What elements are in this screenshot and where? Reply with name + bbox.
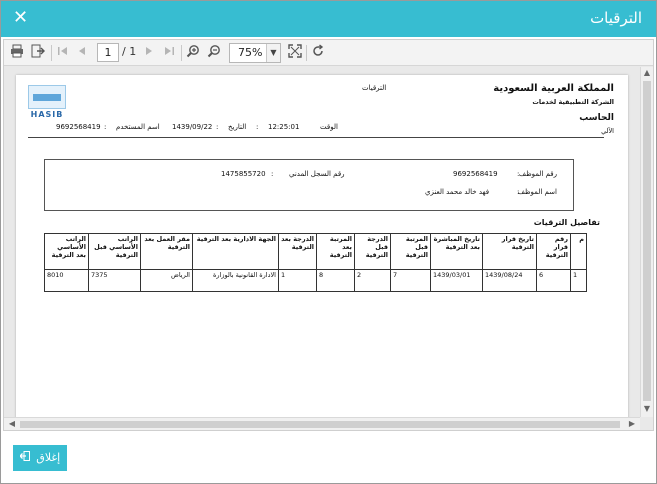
print-icon[interactable] [10,44,24,62]
last-page-icon[interactable] [163,44,175,62]
dialog-title: الترقيات [590,9,642,27]
toolbar-separator [181,45,182,61]
table-header: الدرجة قبل الترقية [354,233,391,270]
emp-name-label: اسم الموظف [517,188,557,196]
exit-icon [18,445,30,471]
emp-no-colon: : [517,170,520,178]
date-label: التاريخ [228,123,247,131]
table-header: المرتبة بعد الترقية [316,233,355,270]
table-header-row: م رقم قرار الترقية تاريخ قرار الترقية تا… [44,233,587,270]
civil-no-label: رقم السجل المدني [289,170,345,178]
logo-text: HASIB [30,110,64,119]
table-cell: 1439/08/24 [482,269,537,292]
page-number-input[interactable]: 1 [97,43,119,62]
org-line-3: الآلي [601,127,614,135]
previous-page-icon[interactable] [77,44,87,62]
table-row: 1 6 1439/08/24 1439/03/01 7 2 8 1 الادار… [44,269,587,292]
user-value: 9692568419 [56,123,101,131]
table-cell: 2 [354,269,391,292]
toolbar-separator [306,45,307,61]
logo-graphic [28,85,66,109]
table-header: مقر العمل بعد الترقية [140,233,193,270]
user-colon: : [104,123,107,131]
date-value: 1439/09/22 [172,123,213,131]
page-total: / 1 [122,45,137,58]
table-header: الجهة الادارية بعد الترقية [192,233,279,270]
viewer-toolbar: 1 / 1 75% ▼ [4,40,653,66]
fit-page-icon[interactable] [288,44,302,62]
close-icon[interactable]: ✕ [13,7,28,29]
report-title: الترقيات [362,84,387,92]
scroll-left-icon[interactable]: ◀ [6,418,18,430]
toolbar-separator [51,45,52,61]
table-cell: الرياض [140,269,193,292]
zoom-select[interactable]: 75% ▼ [229,43,281,63]
promotions-table: م رقم قرار الترقية تاريخ قرار الترقية تا… [44,233,587,292]
header-divider [28,137,604,138]
next-page-icon[interactable] [144,44,154,62]
refresh-icon[interactable] [311,44,325,62]
table-header: الراتب الأساسي قبل الترقية [88,233,141,270]
table-cell: 8010 [44,269,89,292]
time-colon: : [256,123,259,131]
org-name-2: الحاسب [579,113,614,123]
table-header: رقم قرار الترقية [536,233,571,270]
civil-no-colon: : [271,170,274,178]
table-cell: 1439/03/01 [430,269,483,292]
table-cell: 7 [390,269,431,292]
civil-no-value: 1475855720 [221,170,266,178]
emp-no-value: 9692568419 [453,170,498,178]
section-title: تفاصيل الترقيات [533,218,600,227]
first-page-icon[interactable] [57,44,69,62]
table-cell: 1 [570,269,587,292]
table-header: تاريخ قرار الترقية [482,233,537,270]
chevron-down-icon[interactable]: ▼ [266,44,280,62]
dialog-footer: إغلاق [1,432,656,483]
table-header: م [570,233,587,270]
horizontal-scrollbar[interactable]: ◀ ▶ [4,417,640,430]
table-cell: 1 [278,269,317,292]
vertical-scrollbar[interactable]: ▲ ▼ [640,67,653,417]
employee-info-box: رقم الموظف : 9692568419 رقم السجل المدني… [44,159,574,211]
table-cell: 7375 [88,269,141,292]
org-subtitle: الشركة التطبيقية لخدمات [532,98,614,106]
close-button[interactable]: إغلاق [13,445,67,471]
scroll-right-icon[interactable]: ▶ [626,418,638,430]
table-header: تاريخ المباشرة بعد الترقية [430,233,483,270]
report-page: HASIB الترقيات المملكة العربية السعودية … [16,75,628,417]
zoom-out-icon[interactable] [207,44,221,62]
report-viewer: 1 / 1 75% ▼ HASIB الترقيات المملكة العرب… [3,39,654,431]
company-logo: HASIB [28,85,66,119]
vertical-scroll-thumb[interactable] [643,81,651,401]
horizontal-scroll-thumb[interactable] [20,421,620,428]
scroll-up-icon[interactable]: ▲ [641,67,653,79]
time-value: 12:25:01 [268,123,300,131]
user-label: اسم المستخدم [116,123,160,131]
emp-name-colon: : [517,188,520,196]
org-name: المملكة العربية السعودية [493,83,614,94]
table-cell: 6 [536,269,571,292]
export-icon[interactable] [31,44,45,62]
table-header: الدرجة بعد الترقية [278,233,317,270]
table-cell: الادارة القانونية بالوزارة [192,269,279,292]
table-header: الراتب الأساسي بعد الترقية [44,233,89,270]
emp-name-value: فهد خالد محمد العنزي [425,188,490,196]
date-colon: : [216,123,219,131]
document-area: HASIB الترقيات المملكة العربية السعودية … [4,67,640,417]
table-cell: 8 [316,269,355,292]
dialog-titlebar: الترقيات ✕ [1,1,656,37]
close-button-label: إغلاق [36,451,61,464]
table-header: المرتبة قبل الترقية [390,233,431,270]
time-label: الوقت [320,123,338,131]
zoom-value: 75% [238,46,263,59]
promotions-dialog: الترقيات ✕ 1 / 1 75% ▼ HASIB الترقيات ال… [0,0,657,484]
zoom-in-icon[interactable] [186,44,200,62]
emp-no-label: رقم الموظف [518,170,557,178]
scroll-down-icon[interactable]: ▼ [641,403,653,415]
